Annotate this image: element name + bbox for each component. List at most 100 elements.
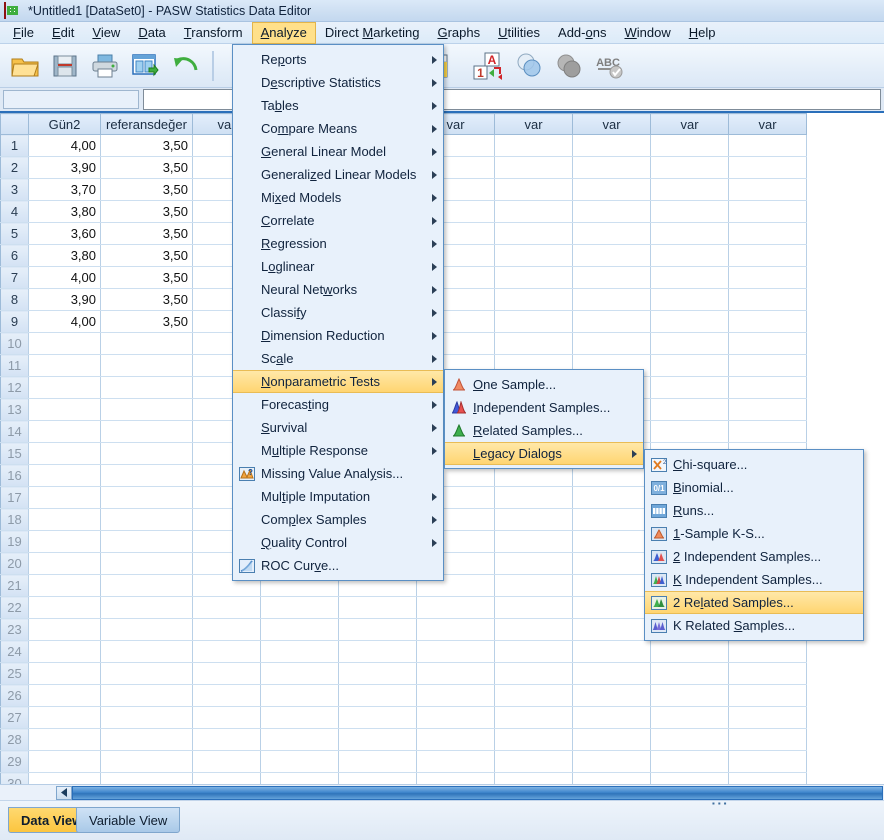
legacy-dialogs-submenu[interactable]: 2 Chi-square... 0/1 Binomial... Runs... 1-Sam… xyxy=(644,449,864,641)
data-cell[interactable] xyxy=(650,178,729,201)
data-cell[interactable] xyxy=(28,464,101,487)
data-cell[interactable] xyxy=(572,662,651,685)
data-cell[interactable] xyxy=(572,222,651,245)
data-cell[interactable] xyxy=(100,530,193,553)
row-header[interactable]: 14 xyxy=(0,420,29,443)
data-cell[interactable] xyxy=(416,728,495,751)
data-cell[interactable] xyxy=(728,266,807,289)
row-header[interactable]: 3 xyxy=(0,178,29,201)
row-header[interactable]: 10 xyxy=(0,332,29,355)
data-cell[interactable] xyxy=(650,640,729,663)
data-cell[interactable] xyxy=(494,310,573,333)
data-cell[interactable] xyxy=(728,134,807,157)
data-cell[interactable] xyxy=(260,684,339,707)
data-cell[interactable] xyxy=(416,618,495,641)
data-cell[interactable] xyxy=(650,684,729,707)
menu-item-neural-networks[interactable]: Neural Networks xyxy=(233,278,443,301)
row-header[interactable]: 23 xyxy=(0,618,29,641)
data-cell[interactable] xyxy=(650,200,729,223)
data-cell[interactable] xyxy=(572,310,651,333)
menu-graphs[interactable]: Graphs xyxy=(428,22,489,44)
row-header[interactable]: 12 xyxy=(0,376,29,399)
data-cell[interactable] xyxy=(728,420,807,443)
row-header[interactable]: 17 xyxy=(0,486,29,509)
column-header-referansdeğer[interactable]: referansdeğer xyxy=(100,113,193,135)
row-header[interactable]: 29 xyxy=(0,750,29,773)
data-cell[interactable]: 3,50 xyxy=(100,200,193,223)
data-cell[interactable] xyxy=(650,750,729,773)
data-cell[interactable] xyxy=(572,288,651,311)
data-cell[interactable] xyxy=(28,332,101,355)
menu-data[interactable]: Data xyxy=(129,22,174,44)
data-cell[interactable] xyxy=(100,486,193,509)
menu-direct-marketing[interactable]: Direct Marketing xyxy=(316,22,429,44)
data-cell[interactable] xyxy=(572,706,651,729)
grid-corner[interactable] xyxy=(0,113,29,135)
horizontal-scrollbar[interactable] xyxy=(0,784,884,800)
row-header[interactable]: 11 xyxy=(0,354,29,377)
column-header-var[interactable]: var xyxy=(572,113,651,135)
data-cell[interactable] xyxy=(572,618,651,641)
menu-analyze[interactable]: Analyze xyxy=(251,21,316,44)
data-cell[interactable] xyxy=(28,662,101,685)
data-cell[interactable]: 3,80 xyxy=(28,200,101,223)
data-cell[interactable] xyxy=(728,244,807,267)
data-cell[interactable] xyxy=(728,398,807,421)
data-cell[interactable] xyxy=(494,728,573,751)
data-cell[interactable] xyxy=(572,156,651,179)
data-cell[interactable] xyxy=(260,706,339,729)
menu-item-k-independent-samples[interactable]: K Independent Samples... xyxy=(645,568,863,591)
data-cell[interactable]: 3,50 xyxy=(100,222,193,245)
show-all-variables-icon[interactable] xyxy=(550,47,588,85)
scroll-thumb[interactable] xyxy=(72,785,883,800)
data-cell[interactable]: 3,50 xyxy=(100,156,193,179)
menu-item-mixed-models[interactable]: Mixed Models xyxy=(233,186,443,209)
spell-check-icon[interactable]: ABC xyxy=(590,47,628,85)
column-header-Gün2[interactable]: Gün2 xyxy=(28,113,101,135)
data-cell[interactable] xyxy=(28,596,101,619)
data-cell[interactable] xyxy=(28,618,101,641)
data-cell[interactable] xyxy=(494,486,573,509)
data-cell[interactable] xyxy=(728,376,807,399)
data-cell[interactable] xyxy=(650,134,729,157)
data-cell[interactable]: 3,80 xyxy=(28,244,101,267)
data-cell[interactable] xyxy=(260,596,339,619)
data-cell[interactable] xyxy=(28,640,101,663)
data-cell[interactable] xyxy=(338,662,417,685)
data-cell[interactable] xyxy=(192,750,261,773)
data-cell[interactable] xyxy=(572,640,651,663)
data-cell[interactable] xyxy=(650,354,729,377)
data-cell[interactable] xyxy=(572,750,651,773)
menu-item-multiple-imputation[interactable]: Multiple Imputation xyxy=(233,485,443,508)
data-cell[interactable] xyxy=(572,728,651,751)
data-cell[interactable] xyxy=(192,662,261,685)
data-cell[interactable] xyxy=(494,200,573,223)
data-cell[interactable] xyxy=(650,156,729,179)
table-row[interactable]: 24 xyxy=(0,640,807,663)
menu-help[interactable]: Help xyxy=(680,22,725,44)
data-cell[interactable] xyxy=(100,420,193,443)
data-cell[interactable] xyxy=(494,288,573,311)
menu-window[interactable]: Window xyxy=(615,22,679,44)
data-cell[interactable] xyxy=(338,618,417,641)
row-header[interactable]: 28 xyxy=(0,728,29,751)
menu-item-forecasting[interactable]: Forecasting xyxy=(233,393,443,416)
data-cell[interactable] xyxy=(192,684,261,707)
data-cell[interactable] xyxy=(494,156,573,179)
menu-item-correlate[interactable]: Correlate xyxy=(233,209,443,232)
data-cell[interactable] xyxy=(494,332,573,355)
data-cell[interactable]: 3,70 xyxy=(28,178,101,201)
data-cell[interactable] xyxy=(100,398,193,421)
menu-item-nonparametric-tests[interactable]: Nonparametric Tests xyxy=(233,370,443,393)
data-cell[interactable] xyxy=(416,684,495,707)
data-cell[interactable] xyxy=(650,728,729,751)
data-cell[interactable] xyxy=(650,222,729,245)
table-row[interactable]: 25 xyxy=(0,662,807,685)
data-cell[interactable] xyxy=(192,728,261,751)
data-cell[interactable] xyxy=(494,750,573,773)
data-cell[interactable] xyxy=(28,508,101,531)
open-file-icon[interactable] xyxy=(6,47,44,85)
data-cell[interactable] xyxy=(728,288,807,311)
menu-utilities[interactable]: Utilities xyxy=(489,22,549,44)
data-cell[interactable] xyxy=(260,662,339,685)
